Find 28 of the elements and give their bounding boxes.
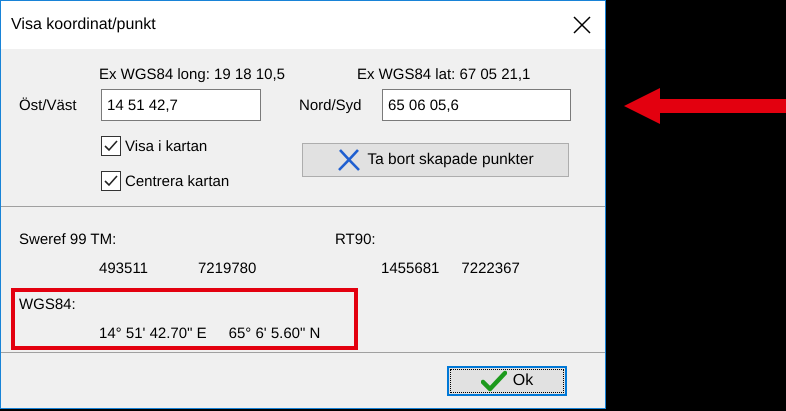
cross-icon [337,148,362,172]
input-field[interactable]: 14 51 42,7 [101,89,261,121]
checkbox-label: Visa i kartan [125,138,208,154]
checkmark-icon [104,174,118,188]
checkbox[interactable] [101,136,121,156]
result-label: RT90: [335,231,377,248]
checkmark-icon [104,139,118,153]
coordinate-value: 493511 [99,260,148,277]
coordinate-value: 7219780 [198,260,256,277]
coordinate-value: 7222367 [461,260,520,277]
checkbox-label: Centrera kartan [125,172,230,190]
coordinate-value: 65° 6' 5.60" N [228,325,320,342]
example-text: Ex WGS84 lat: 67 05 21,1 [356,66,530,82]
delete-points-button[interactable]: Ta bort skapade punkter [302,143,569,177]
coordinate-value: 1455681 [381,260,440,277]
result-label: Sweref 99 TM: [19,231,118,248]
input-field[interactable]: 65 06 05,6 [382,89,571,121]
close-icon[interactable] [573,16,591,34]
window-title: Visa koordinat/punkt [11,16,156,34]
field-label: Öst/Väst [18,96,78,114]
field-label: Nord/Syd [298,96,363,114]
example-text: Ex WGS84 long: 19 18 10,5 [99,66,285,82]
result-label: WGS84: [19,296,77,313]
checkbox[interactable] [101,171,121,191]
ok-button[interactable]: Ok [447,366,567,396]
checkmark-icon [480,370,507,392]
coordinate-value: 14° 51' 42.70" E [99,325,207,342]
arrow-icon [624,86,786,126]
